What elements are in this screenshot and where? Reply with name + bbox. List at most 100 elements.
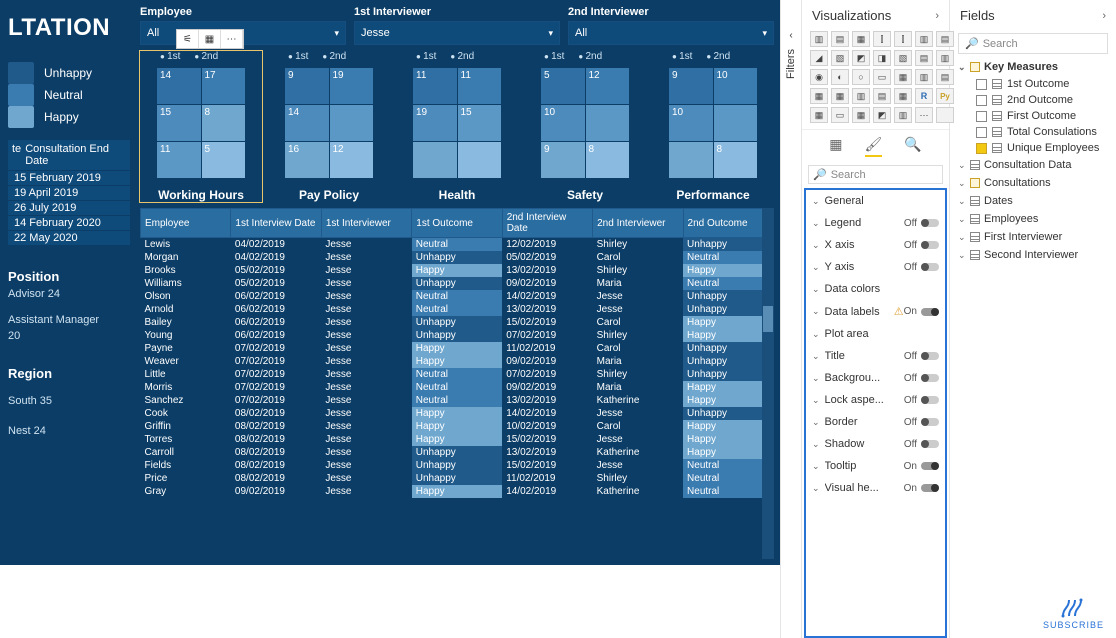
checkbox[interactable]: [976, 127, 987, 138]
field-table-dates[interactable]: ⌄Dates: [950, 192, 1116, 210]
field-table-second-interviewer[interactable]: ⌄Second Interviewer: [950, 246, 1116, 264]
toggle-switch[interactable]: Off: [904, 351, 939, 362]
table-row[interactable]: Arnold06/02/2019JesseNeutral13/02/2019Je…: [141, 303, 774, 316]
viz-type-icon[interactable]: ▦: [852, 107, 870, 123]
collapse-pane-icon[interactable]: ›: [935, 10, 939, 22]
format-option-lock-aspe-[interactable]: ⌄Lock aspe...Off: [806, 389, 945, 411]
treemap-performance[interactable]: 1st2nd910108Performance: [652, 51, 774, 202]
checkbox[interactable]: [976, 111, 987, 122]
field-total-consulations[interactable]: Total Consulations: [950, 124, 1116, 140]
table-row[interactable]: Little07/02/2019JesseNeutral07/02/2019Sh…: [141, 368, 774, 381]
viz-type-icon[interactable]: ▦: [810, 88, 828, 104]
column-header[interactable]: 2nd Interview Date: [502, 209, 592, 238]
table-row[interactable]: Carroll08/02/2019JesseUnhappy13/02/2019K…: [141, 446, 774, 459]
table-row[interactable]: Young06/02/2019JesseUnhappy07/02/2019Shi…: [141, 329, 774, 342]
toggle-switch[interactable]: Off: [904, 439, 939, 450]
field-1st-outcome[interactable]: 1st Outcome: [950, 76, 1116, 92]
checkbox[interactable]: [976, 95, 987, 106]
toggle-switch[interactable]: Off: [904, 218, 939, 229]
viz-type-icon[interactable]: ◩: [873, 107, 891, 123]
table-row[interactable]: Olson06/02/2019JesseNeutral14/02/2019Jes…: [141, 290, 774, 303]
treemap-working-hours[interactable]: ⚟▦⋯1st2nd1417158115Working Hours: [140, 51, 262, 202]
format-option-backgrou-[interactable]: ⌄Backgrou...Off: [806, 367, 945, 389]
table-row[interactable]: Lewis04/02/2019JesseNeutral12/02/2019Shi…: [141, 238, 774, 252]
checkbox[interactable]: [976, 143, 987, 154]
column-header[interactable]: 1st Interview Date: [231, 209, 321, 238]
viz-type-icon[interactable]: ▥: [894, 107, 912, 123]
field-table-consultation-data[interactable]: ⌄Consultation Data: [950, 156, 1116, 174]
format-option-x-axis[interactable]: ⌄X axisOff: [806, 234, 945, 256]
visual-header-tools[interactable]: ⚟▦⋯: [176, 29, 244, 49]
table-row[interactable]: Griffin08/02/2019JesseHappy10/02/2019Car…: [141, 420, 774, 433]
viz-type-icon[interactable]: ⫿: [894, 31, 912, 47]
table-row[interactable]: Williams05/02/2019JesseUnhappy09/02/2019…: [141, 277, 774, 290]
toggle-switch[interactable]: Off: [904, 262, 939, 273]
treemap-pay-policy[interactable]: 1st2nd919141612Pay Policy: [268, 51, 390, 202]
viz-type-icon[interactable]: ◢: [810, 50, 828, 66]
column-header[interactable]: 1st Outcome: [412, 209, 502, 238]
filters-pane-collapsed[interactable]: ‹ Filters: [780, 0, 802, 638]
format-option-y-axis[interactable]: ⌄Y axisOff: [806, 256, 945, 278]
format-option-visual-he-[interactable]: ⌄Visual he...On: [806, 477, 945, 499]
viz-type-icon[interactable]: ▥: [915, 31, 933, 47]
analytics-tab-icon[interactable]: 🔍: [904, 136, 921, 157]
viz-type-icon[interactable]: ◐: [831, 69, 849, 85]
table-row[interactable]: Torres08/02/2019JesseHappy15/02/2019Jess…: [141, 433, 774, 446]
toggle-switch[interactable]: Off: [904, 373, 939, 384]
field-unique-employees[interactable]: Unique Employees: [950, 140, 1116, 156]
viz-type-icon[interactable]: ▥: [810, 31, 828, 47]
format-option-legend[interactable]: ⌄LegendOff: [806, 212, 945, 234]
table-row[interactable]: Weaver07/02/2019JesseHappy09/02/2019Mari…: [141, 355, 774, 368]
viz-type-icon[interactable]: ▧: [831, 50, 849, 66]
viz-type-icon[interactable]: ▤: [873, 88, 891, 104]
viz-type-icon[interactable]: ▥: [852, 88, 870, 104]
field-table-key-measures[interactable]: ⌄Key Measures: [950, 58, 1116, 76]
viz-type-icon[interactable]: ◨: [873, 50, 891, 66]
viz-type-icon[interactable]: ▦: [831, 88, 849, 104]
toggle-switch[interactable]: Off: [904, 417, 939, 428]
table-row[interactable]: Morgan04/02/2019JesseUnhappy05/02/2019Ca…: [141, 251, 774, 264]
format-option-general[interactable]: ⌄General: [806, 190, 945, 212]
format-tab-icon[interactable]: 🖌: [865, 136, 883, 157]
field-2nd-outcome[interactable]: 2nd Outcome: [950, 92, 1116, 108]
table-row[interactable]: Sanchez07/02/2019JesseNeutral13/02/2019K…: [141, 394, 774, 407]
format-option-shadow[interactable]: ⌄ShadowOff: [806, 433, 945, 455]
slicer-1st-interviewer[interactable]: 1st Interviewer Jesse▾: [354, 6, 560, 45]
viz-type-icon[interactable]: ▦: [894, 88, 912, 104]
toggle-switch[interactable]: On: [904, 461, 939, 472]
filter-icon[interactable]: ⚟: [177, 30, 199, 48]
data-table[interactable]: Employee1st Interview Date1st Interviewe…: [140, 208, 774, 498]
checkbox[interactable]: [976, 79, 987, 90]
toggle-switch[interactable]: Off: [904, 395, 939, 406]
column-header[interactable]: Employee: [141, 209, 231, 238]
table-row[interactable]: Fields08/02/2019JesseUnhappy15/02/2019Je…: [141, 459, 774, 472]
viz-type-icon[interactable]: ◩: [852, 50, 870, 66]
slicer-2nd-interviewer[interactable]: 2nd Interviewer All▾: [568, 6, 774, 45]
table-row[interactable]: Bailey06/02/2019JesseUnhappy15/02/2019Ca…: [141, 316, 774, 329]
column-header[interactable]: 2nd Outcome: [683, 209, 773, 238]
viz-type-icon[interactable]: ◉: [810, 69, 828, 85]
date-row[interactable]: 22 May 2020: [8, 230, 130, 245]
viz-type-icon[interactable]: ▭: [831, 107, 849, 123]
table-row[interactable]: Brooks05/02/2019JesseHappy13/02/2019Shir…: [141, 264, 774, 277]
viz-type-icon[interactable]: ⋯: [915, 107, 933, 123]
format-search[interactable]: 🔎 Search: [808, 165, 943, 184]
table-row[interactable]: Payne07/02/2019JesseHappy11/02/2019Carol…: [141, 342, 774, 355]
format-option-tooltip[interactable]: ⌄TooltipOn: [806, 455, 945, 477]
collapse-pane-icon[interactable]: ›: [1102, 10, 1106, 22]
format-option-data-labels[interactable]: ⌄Data labels⚠On: [806, 300, 945, 323]
viz-type-icon[interactable]: ▤: [831, 31, 849, 47]
viz-type-icon[interactable]: ▥: [915, 69, 933, 85]
date-row[interactable]: 15 February 2019: [8, 170, 130, 185]
table-row[interactable]: Morris07/02/2019JesseNeutral09/02/2019Ma…: [141, 381, 774, 394]
field-table-consultations[interactable]: ⌄Consultations: [950, 174, 1116, 192]
more-icon[interactable]: ⋯: [221, 30, 243, 48]
visualization-type-grid[interactable]: ▥▤▦⫿⫿▥▤◢▧◩◨▧▤▥◉◐○▭▦▥▤▦▦▥▤▦RPy▦▭▦◩▥⋯: [802, 29, 949, 129]
field-first-outcome[interactable]: First Outcome: [950, 108, 1116, 124]
date-row[interactable]: 19 April 2019: [8, 185, 130, 200]
date-row[interactable]: 26 July 2019: [8, 200, 130, 215]
treemap-safety[interactable]: 1st2nd5121098Safety: [524, 51, 646, 202]
column-header[interactable]: 2nd Interviewer: [593, 209, 683, 238]
table-row[interactable]: Price08/02/2019JesseUnhappy11/02/2019Shi…: [141, 472, 774, 485]
dates-list[interactable]: 15 February 201919 April 201926 July 201…: [8, 170, 130, 245]
